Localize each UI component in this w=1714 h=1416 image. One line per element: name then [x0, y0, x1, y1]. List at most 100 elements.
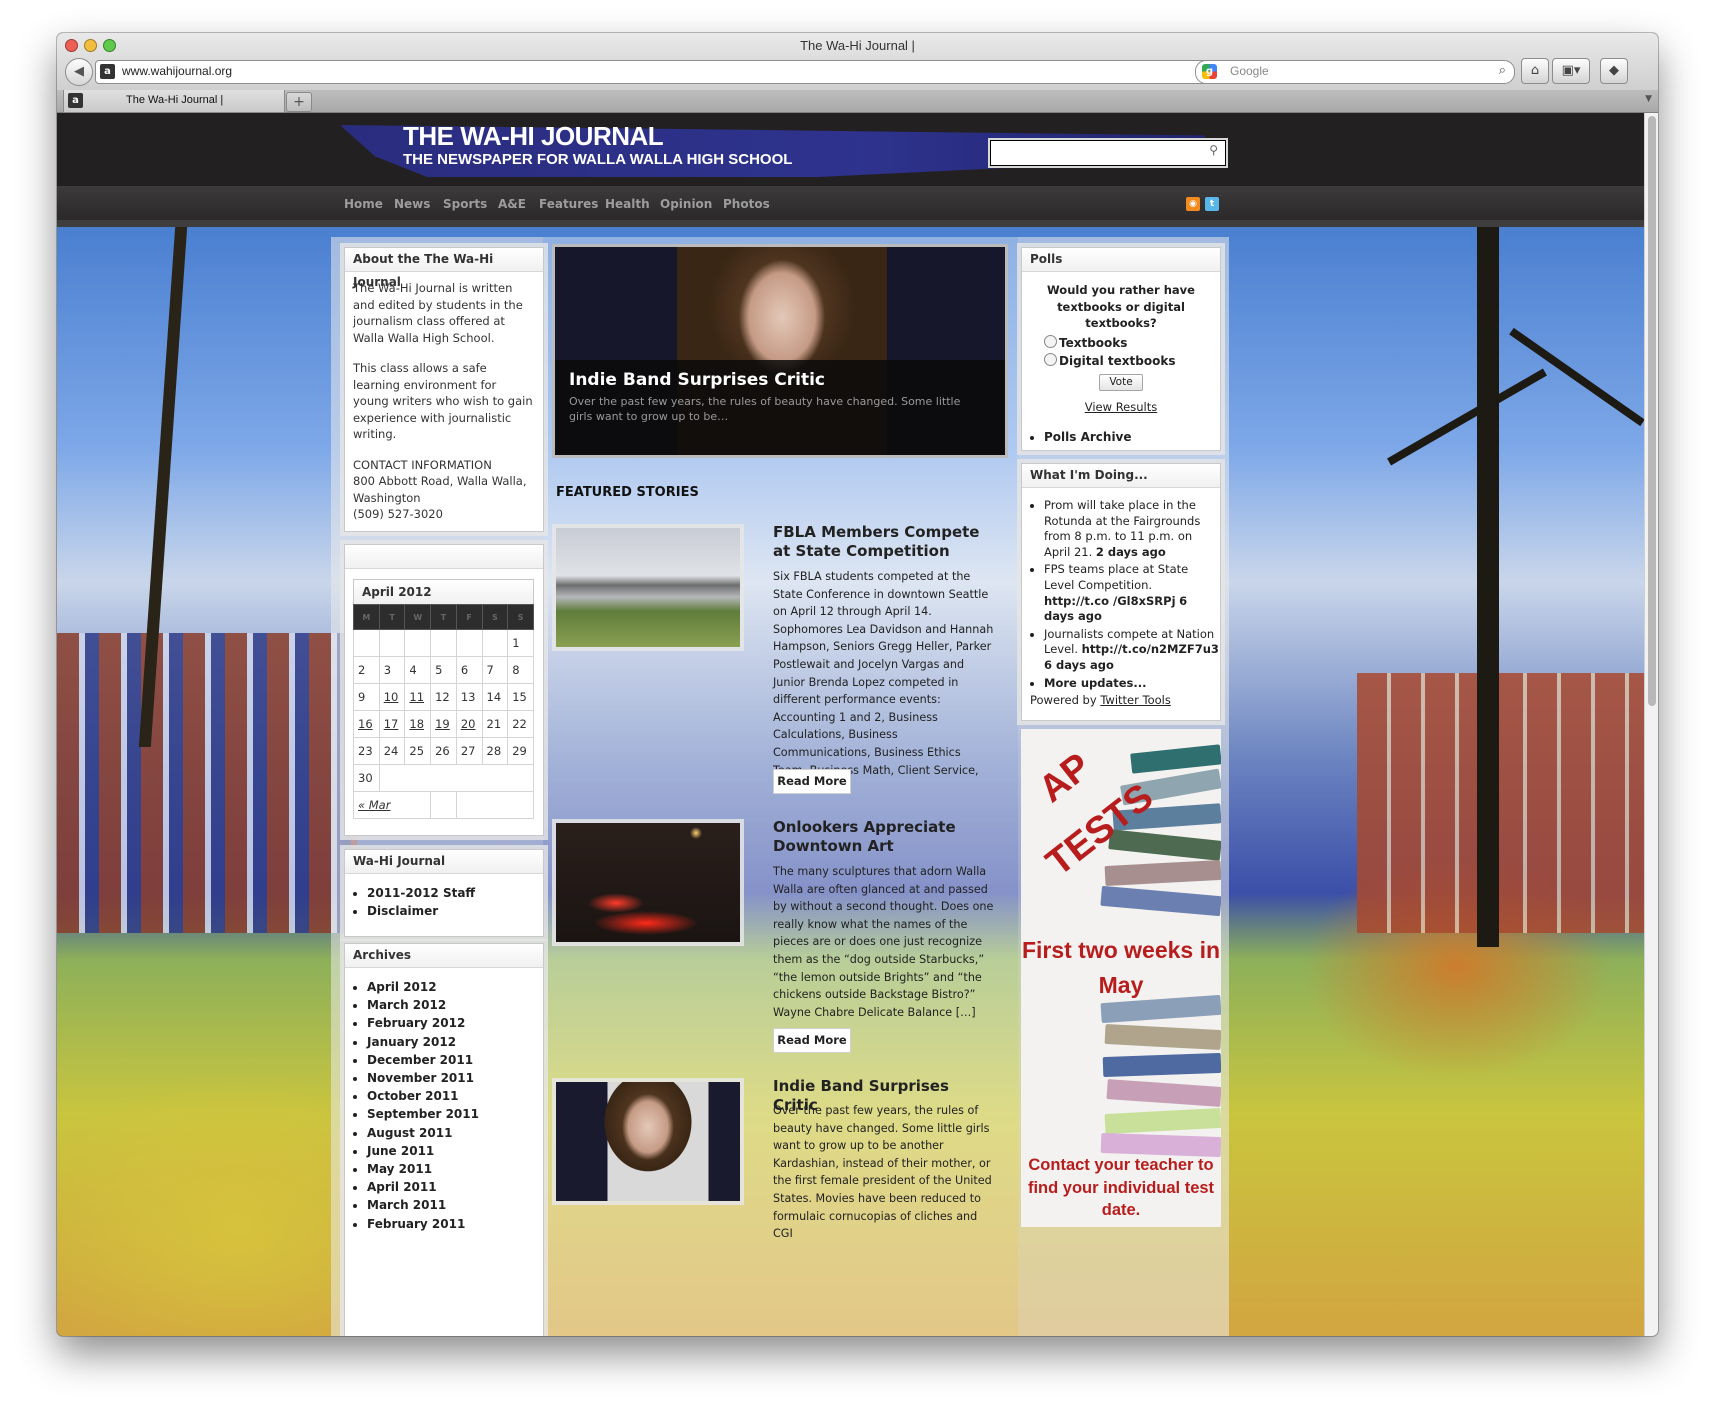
archive-link[interactable]: April 2012 — [367, 978, 543, 996]
archive-link[interactable]: February 2012 — [367, 1014, 543, 1032]
story-thumbnail[interactable] — [556, 1082, 740, 1201]
calendar-day-link[interactable]: 18 — [404, 710, 432, 738]
archive-link[interactable]: February 2011 — [367, 1215, 543, 1233]
calendar-day-link[interactable]: 17 — [378, 710, 406, 738]
bookmarks-menu-button[interactable]: ▣▾ — [1552, 58, 1590, 84]
nav-health[interactable]: Health — [605, 197, 650, 211]
calendar-day — [430, 629, 457, 657]
calendar-day: 29 — [507, 737, 534, 765]
about-widget: About the The Wa-Hi Journal The Wa-Hi Jo… — [344, 247, 544, 532]
archive-link[interactable]: March 2011 — [367, 1196, 543, 1214]
calendar-table: MTWTFSS 1 2345678 9 10 11 12 13 14 15 16 17 18 19… — [352, 604, 535, 819]
calendar-day: 25 — [404, 737, 432, 765]
tab-overflow-icon[interactable]: ▼ — [1645, 94, 1652, 104]
polls-archive-link[interactable]: Polls Archive — [1044, 428, 1132, 446]
home-button[interactable]: ⌂ — [1521, 58, 1549, 84]
site-logo-subtitle[interactable]: THE NEWSPAPER FOR WALLA WALLA HIGH SCHOO… — [403, 151, 792, 168]
ad-book — [1104, 1023, 1221, 1051]
back-arrow-icon: ◀ — [74, 64, 84, 79]
tweet: Journalists compete at Nation Level. htt… — [1044, 627, 1220, 674]
tweet: Prom will take place in the Rotunda at t… — [1044, 498, 1220, 560]
calendar-prev-month-link[interactable]: « Mar — [352, 791, 432, 819]
calendar-day-link[interactable]: 16 — [353, 710, 380, 738]
calendar-day-link[interactable]: 20 — [455, 710, 483, 738]
nav-ae[interactable]: A&E — [498, 197, 526, 211]
calendar-empty-cell — [455, 791, 535, 819]
scrollbar-thumb[interactable] — [1648, 116, 1656, 706]
archive-link[interactable]: August 2011 — [367, 1124, 543, 1142]
background-building-left — [57, 633, 357, 933]
calendar-day: 3 — [378, 656, 406, 684]
twitter-widget-title: What I'm Doing... — [1022, 464, 1220, 488]
ap-tests-ad[interactable]: AP TESTS First two weeks in May Contact … — [1021, 729, 1221, 1227]
story-thumbnail[interactable] — [556, 528, 740, 647]
tweet-link[interactable]: http://t.co/n2MZF7u3 — [1082, 642, 1219, 656]
nav-home[interactable]: Home — [344, 197, 383, 211]
search-bar[interactable]: g Google ⌕ — [1195, 60, 1515, 84]
wahi-link-disclaimer[interactable]: Disclaimer — [367, 902, 543, 920]
page-scrollbar[interactable] — [1644, 113, 1658, 1336]
search-icon[interactable]: ⚲ — [1209, 143, 1218, 157]
nav-photos[interactable]: Photos — [723, 197, 770, 211]
archive-link[interactable]: January 2012 — [367, 1033, 543, 1051]
archive-link[interactable]: October 2011 — [367, 1087, 543, 1105]
tweet-link[interactable]: http://t.co /Gl8xSRPj — [1044, 594, 1176, 608]
nav-opinion[interactable]: Opinion — [660, 197, 712, 211]
nav-features[interactable]: Features — [539, 197, 598, 211]
archive-link[interactable]: December 2011 — [367, 1051, 543, 1069]
archive-link[interactable]: September 2011 — [367, 1105, 543, 1123]
archive-link[interactable]: April 2011 — [367, 1178, 543, 1196]
archive-link[interactable]: June 2011 — [367, 1142, 543, 1160]
nav-sports[interactable]: Sports — [443, 197, 487, 211]
twitter-widget: What I'm Doing... Prom will take place i… — [1021, 463, 1221, 721]
featured-slider[interactable]: Indie Band Surprises Critic Over the pas… — [555, 247, 1005, 455]
story-title[interactable]: FBLA Members Compete at State Competitio… — [773, 523, 993, 561]
slider-title[interactable]: Indie Band Surprises Critic — [569, 370, 825, 390]
poll-option-digital[interactable]: Digital textbooks — [1044, 353, 1175, 368]
story-title[interactable]: Onlookers Appreciate Downtown Art — [773, 818, 993, 856]
ad-ap-text: AP — [1031, 745, 1099, 811]
calendar-day-link[interactable]: 11 — [404, 683, 432, 711]
radio-button[interactable] — [1044, 353, 1057, 366]
calendar-day: 9 — [353, 683, 380, 711]
tweet-time[interactable]: 2 days ago — [1096, 545, 1166, 559]
calendar-day: 22 — [507, 710, 534, 738]
calendar-day — [378, 629, 406, 657]
read-more-button[interactable]: Read More — [773, 1028, 851, 1053]
tweet-time[interactable]: 6 days ago — [1044, 658, 1114, 672]
back-button[interactable]: ◀ — [65, 58, 93, 86]
vote-button[interactable]: Vote — [1099, 374, 1143, 391]
contact-address-2: Washington — [353, 490, 421, 505]
calendar-day: 27 — [455, 737, 483, 765]
archive-link[interactable]: March 2012 — [367, 996, 543, 1014]
archives-widget: Archives April 2012 March 2012 February … — [344, 943, 544, 1336]
site-search-input[interactable]: ⚲ — [988, 138, 1228, 168]
twitter-icon[interactable]: t — [1205, 197, 1219, 211]
more-updates-link[interactable]: More updates... — [1044, 676, 1146, 690]
twitter-tools-link[interactable]: Twitter Tools — [1100, 693, 1171, 707]
calendar-day-link[interactable]: 10 — [378, 683, 406, 711]
nav-news[interactable]: News — [394, 197, 430, 211]
url-text: www.wahijournal.org — [122, 64, 233, 78]
archive-link[interactable]: November 2011 — [367, 1069, 543, 1087]
poll-option-textbooks[interactable]: Textbooks — [1044, 335, 1127, 350]
view-results-link[interactable]: View Results — [1022, 400, 1220, 414]
address-bar[interactable]: a www.wahijournal.org ☆ℹ↻ — [95, 60, 1243, 84]
extension-button[interactable]: ◆ — [1600, 58, 1628, 84]
tweet-list: Prom will take place in the Rotunda at t… — [1022, 498, 1220, 691]
search-placeholder: Google — [1230, 64, 1269, 78]
wahi-links-list: 2011-2012 Staff Disclaimer — [345, 884, 543, 920]
read-more-button[interactable]: Read More — [773, 769, 851, 794]
search-icon[interactable]: ⌕ — [1499, 63, 1506, 78]
calendar-day-link[interactable]: 19 — [430, 710, 457, 738]
archive-link[interactable]: May 2011 — [367, 1160, 543, 1178]
story-thumbnail[interactable] — [556, 823, 740, 942]
site-logo-title[interactable]: THE WA-HI JOURNAL — [403, 121, 664, 152]
rss-icon[interactable]: ◉ — [1186, 197, 1200, 211]
tab-label: The Wa-Hi Journal | — [126, 94, 224, 106]
tab-wahi-journal[interactable]: a The Wa-Hi Journal | — [63, 90, 285, 113]
radio-button[interactable] — [1044, 335, 1057, 348]
wahi-link-staff[interactable]: 2011-2012 Staff — [367, 884, 543, 902]
calendar-weekday-row: MTWTFSS — [353, 604, 534, 630]
new-tab-button[interactable]: + — [286, 92, 312, 112]
